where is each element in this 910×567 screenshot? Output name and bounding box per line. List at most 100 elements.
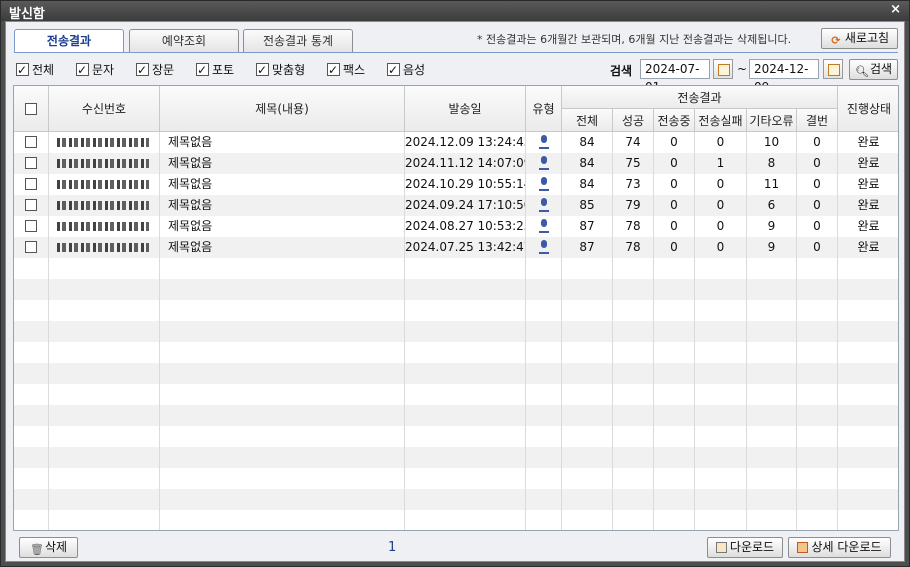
search-button[interactable]: 🔍︎검색 (849, 59, 898, 80)
tab-send-results[interactable]: 전송결과 (14, 29, 124, 53)
empty-cell (160, 321, 405, 342)
end-calendar-icon[interactable] (823, 59, 843, 79)
empty-row (14, 342, 898, 363)
cell-status: 완료 (838, 237, 898, 258)
empty-cell (613, 426, 654, 447)
header-total: 전체 (562, 109, 613, 132)
filter-all[interactable]: 전체 (16, 61, 54, 79)
table-row[interactable]: 제목없음 2024.09.24 17:10:50 85 79 0 0 6 0 완료 (14, 195, 898, 216)
empty-cell (405, 279, 526, 300)
empty-cell (838, 279, 898, 300)
tab-result-statistics[interactable]: 전송결과 통계 (243, 29, 353, 53)
filter-voice[interactable]: 음성 (387, 61, 425, 79)
microphone-icon (538, 156, 549, 170)
checkbox-sms[interactable] (76, 61, 89, 79)
table-row[interactable]: 제목없음 2024.11.12 14:07:09 84 75 0 1 8 0 완료 (14, 153, 898, 174)
row-checkbox[interactable] (25, 241, 37, 253)
header-select-all[interactable] (14, 86, 49, 132)
close-icon[interactable]: × (890, 2, 901, 17)
empty-cell (838, 363, 898, 384)
empty-cell (747, 363, 797, 384)
empty-cell (838, 510, 898, 530)
download-label: 다운로드 (729, 540, 775, 554)
cell-success: 78 (613, 237, 654, 258)
cell-failed: 1 (695, 153, 747, 174)
redacted-number-block (57, 222, 149, 231)
empty-cell (14, 279, 49, 300)
empty-cell (613, 321, 654, 342)
empty-cell (526, 363, 562, 384)
select-all-checkbox[interactable] (25, 102, 37, 115)
cell-total: 84 (562, 132, 613, 153)
empty-cell (562, 489, 613, 510)
filter-photo[interactable]: 포토 (196, 61, 234, 79)
row-checkbox[interactable] (25, 220, 37, 232)
filter-custom[interactable]: 맞춤형 (256, 61, 305, 79)
cell-other-error: 6 (747, 195, 797, 216)
empty-cell (405, 258, 526, 279)
checkbox-voice[interactable] (387, 61, 400, 79)
filter-lms[interactable]: 장문 (136, 61, 174, 79)
empty-cell (160, 279, 405, 300)
empty-cell (613, 342, 654, 363)
type-cell (526, 153, 562, 174)
table-row[interactable]: 제목없음 2024.08.27 10:53:25 87 78 0 0 9 0 완료 (14, 216, 898, 237)
empty-cell (14, 426, 49, 447)
empty-cell (838, 447, 898, 468)
type-cell (526, 174, 562, 195)
empty-cell (747, 489, 797, 510)
row-checkbox[interactable] (25, 178, 37, 190)
filter-fax[interactable]: 팩스 (327, 61, 365, 79)
header-failed: 전송실패 (695, 109, 747, 132)
header-number: 수신번호 (49, 86, 160, 132)
title-bar[interactable]: 발신함 × (1, 1, 909, 22)
cell-total: 84 (562, 153, 613, 174)
detail-download-button[interactable]: 상세 다운로드 (788, 537, 891, 558)
table-row[interactable]: 제목없음 2024.07.25 13:42:47 87 78 0 0 9 0 완료 (14, 237, 898, 258)
cell-success: 74 (613, 132, 654, 153)
end-date-input[interactable]: 2024-12-09 (749, 59, 819, 94)
empty-cell (695, 468, 747, 489)
checkbox-custom[interactable] (256, 61, 269, 79)
empty-row (14, 426, 898, 447)
cell-sending: 0 (654, 132, 695, 153)
retention-notice: * 전송결과는 6개월간 보관되며, 6개월 지난 전송결과는 삭제됩니다. (477, 33, 792, 46)
start-calendar-icon[interactable] (713, 59, 733, 79)
type-cell (526, 132, 562, 153)
row-checkbox[interactable] (25, 157, 37, 169)
row-checkbox[interactable] (25, 199, 37, 211)
empty-cell (797, 342, 838, 363)
cell-status: 완료 (838, 195, 898, 216)
empty-cell (613, 447, 654, 468)
tab-reservations[interactable]: 예약조회 (129, 29, 239, 53)
filter-sms[interactable]: 문자 (76, 61, 114, 79)
empty-cell (14, 300, 49, 321)
checkbox-photo[interactable] (196, 61, 209, 79)
table-row[interactable]: 제목없음 2024.12.09 13:24:43 84 74 0 0 10 0 완료 (14, 132, 898, 153)
row-checkbox[interactable] (25, 136, 37, 148)
cell-subject: 제목없음 (160, 132, 405, 153)
empty-cell (695, 342, 747, 363)
row-select-cell (14, 195, 49, 216)
table-row[interactable]: 제목없음 2024.10.29 10:55:14 84 73 0 0 11 0 완료 (14, 174, 898, 195)
redacted-number-block (57, 201, 149, 210)
redacted-number-block (57, 180, 149, 189)
cell-total: 87 (562, 237, 613, 258)
start-date-input[interactable]: 2024-07-01 (640, 59, 710, 94)
checkbox-all[interactable] (16, 61, 29, 79)
checkbox-fax[interactable] (327, 61, 340, 79)
delete-button[interactable]: 🗑︎삭제 (19, 537, 78, 558)
empty-cell (562, 363, 613, 384)
refresh-button[interactable]: ⟳ 새로고침 (821, 28, 898, 49)
search-button-label: 검색 (869, 62, 893, 76)
download-button[interactable]: 다운로드 (707, 537, 783, 558)
cell-total: 85 (562, 195, 613, 216)
type-cell (526, 216, 562, 237)
empty-cell (49, 405, 160, 426)
page-number[interactable]: 1 (388, 540, 396, 555)
refresh-label: 새로고침 (844, 31, 890, 45)
empty-cell (613, 279, 654, 300)
checkbox-lms[interactable] (136, 61, 149, 79)
empty-cell (160, 384, 405, 405)
cell-sending: 0 (654, 174, 695, 195)
